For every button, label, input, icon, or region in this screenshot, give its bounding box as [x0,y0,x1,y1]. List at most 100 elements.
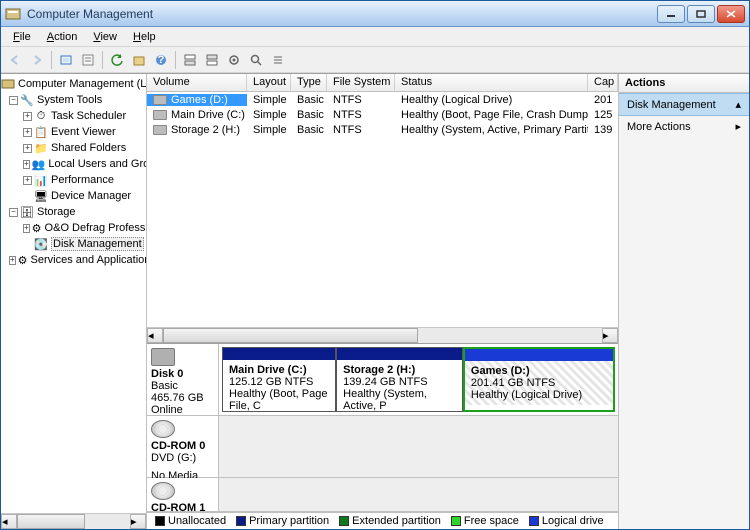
partition-title: Main Drive (C:) [229,364,307,376]
view-bottom-button[interactable] [202,50,222,70]
help-button[interactable]: ? [151,50,171,70]
window-title: Computer Management [27,7,657,21]
tree-services[interactable]: +⚙Services and Applications [1,252,146,268]
tree-performance[interactable]: +📊Performance [1,172,146,188]
minimize-button[interactable] [657,5,685,23]
svg-text:?: ? [158,54,165,66]
partition-status: Healthy (System, Active, P [343,388,456,412]
disk-icon: 💽 [34,237,48,251]
tree-device-manager[interactable]: 🖥Device Manager [1,188,146,204]
tree-root[interactable]: Computer Management (Local [1,76,146,92]
legend-primary: Primary partition [249,515,329,527]
actions-header: Actions [619,74,749,93]
tree-disk-management[interactable]: 💽Disk Management [1,236,146,252]
toolbar: ? [1,47,749,73]
forward-button [27,50,47,70]
tree-scrollbar[interactable]: ◂▸ [1,513,146,529]
legend-logical: Logical drive [542,515,604,527]
list-button[interactable] [268,50,288,70]
tree-event-viewer[interactable]: +📋Event Viewer [1,124,146,140]
tree-storage[interactable]: −🗄Storage [1,204,146,220]
services-icon: ⚙ [18,253,28,267]
disk-size: 465.76 GB [151,392,214,404]
export-button[interactable] [129,50,149,70]
disk-title: Disk 0 [151,368,214,380]
chevron-right-icon: ▸ [735,120,741,133]
disk-info-0[interactable]: Disk 0 Basic 465.76 GB Online [147,344,219,415]
partition-size: 139.24 GB NTFS [343,376,456,388]
cd-icon [151,482,175,500]
legend: Unallocated Primary partition Extended p… [147,512,618,529]
find-button[interactable] [246,50,266,70]
settings-button[interactable] [224,50,244,70]
partition-status: Healthy (Boot, Page File, C [229,388,329,412]
col-capacity[interactable]: Cap [588,74,618,91]
partition-title: Games (D:) [471,365,530,377]
folder-icon: 📁 [34,141,48,155]
volume-list: Volume Layout Type File System Status Ca… [147,74,618,344]
cdrom-info-0[interactable]: CD-ROM 0 DVD (G:) No Media [147,416,219,477]
volume-row[interactable]: Games (D:)SimpleBasicNTFSHealthy (Logica… [147,92,618,107]
disk-type: Basic [151,380,214,392]
cdrom-row-1: CD-ROM 1 DVD (I:) No Media [147,478,618,512]
volume-scrollbar[interactable]: ◂▸ [147,327,618,343]
main-body: Computer Management (Local −🔧System Tool… [1,73,749,529]
tree-system-tools[interactable]: −🔧System Tools [1,92,146,108]
users-icon: 👥 [32,157,46,171]
volume-row[interactable]: Main Drive (C:)SimpleBasicNTFSHealthy (B… [147,107,618,122]
storage-icon: 🗄 [20,205,34,219]
cdrom-row-0: CD-ROM 0 DVD (G:) No Media [147,416,618,478]
partition-c[interactable]: Main Drive (C:) 125.12 GB NTFS Healthy (… [222,347,336,412]
partition-h[interactable]: Storage 2 (H:) 139.24 GB NTFS Healthy (S… [336,347,463,412]
computer-icon [1,77,15,91]
actions-more[interactable]: More Actions ▸ [619,116,749,137]
legend-extended: Extended partition [352,515,441,527]
device-icon: 🖥 [34,189,48,203]
hdd-icon [151,348,175,366]
tree-local-users[interactable]: +👥Local Users and Groups [1,156,146,172]
menu-help[interactable]: Help [125,29,164,45]
legend-free: Free space [464,515,519,527]
volume-row[interactable]: Storage 2 (H:)SimpleBasicNTFSHealthy (Sy… [147,122,618,137]
menu-action[interactable]: Action [39,29,86,45]
volume-icon [153,110,167,120]
cdrom-info-1[interactable]: CD-ROM 1 DVD (I:) No Media [147,478,219,511]
tree-task-scheduler[interactable]: +⏱Task Scheduler [1,108,146,124]
defrag-icon: ⚙ [32,221,42,235]
up-button[interactable] [56,50,76,70]
close-button[interactable] [717,5,745,23]
disk-type: DVD (G:) [151,452,214,464]
disk-title: CD-ROM 1 [151,502,214,512]
menu-file[interactable]: File [5,29,39,45]
refresh-button[interactable] [107,50,127,70]
partition-size: 125.12 GB NTFS [229,376,329,388]
collapse-icon: ▴ [735,98,741,111]
col-volume[interactable]: Volume [147,74,247,91]
disk-title: CD-ROM 0 [151,440,214,452]
partition-d[interactable]: Games (D:) 201.41 GB NTFS Healthy (Logic… [463,347,615,412]
volume-icon [153,125,167,135]
col-status[interactable]: Status [395,74,588,91]
graphical-view: Disk 0 Basic 465.76 GB Online Main Drive… [147,344,618,529]
event-icon: 📋 [34,125,48,139]
cd-icon [151,420,175,438]
maximize-button[interactable] [687,5,715,23]
volume-icon [153,95,167,105]
partition-status: Healthy (Logical Drive) [471,389,607,401]
partition-size: 201.41 GB NTFS [471,377,607,389]
col-type[interactable]: Type [291,74,327,91]
clock-icon: ⏱ [34,109,48,123]
disk-state: Online [151,404,214,416]
properties-button[interactable] [78,50,98,70]
col-layout[interactable]: Layout [247,74,291,91]
tree-defrag[interactable]: +⚙O&O Defrag Professional [1,220,146,236]
wrench-icon: 🔧 [20,93,34,107]
center-pane: Volume Layout Type File System Status Ca… [147,74,619,529]
view-top-button[interactable] [180,50,200,70]
menubar: File Action View Help [1,27,749,47]
col-filesystem[interactable]: File System [327,74,395,91]
perf-icon: 📊 [34,173,48,187]
menu-view[interactable]: View [85,29,125,45]
tree-shared-folders[interactable]: +📁Shared Folders [1,140,146,156]
actions-disk-management[interactable]: Disk Management ▴ [619,93,749,116]
